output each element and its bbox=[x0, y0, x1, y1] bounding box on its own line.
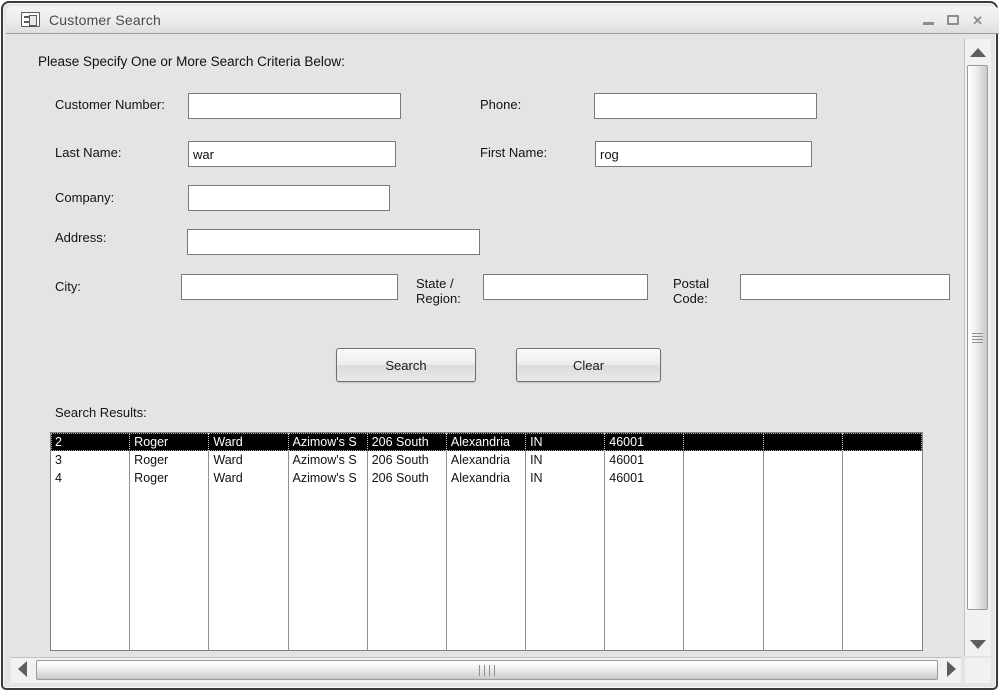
scroll-down-icon[interactable] bbox=[970, 640, 986, 649]
result-cell bbox=[843, 451, 922, 469]
result-cell bbox=[684, 433, 763, 451]
scroll-right-icon[interactable] bbox=[947, 661, 956, 677]
horizontal-scrollbar-thumb[interactable] bbox=[36, 660, 938, 680]
window-frame: Customer Search ✕ Please Specify One or … bbox=[1, 1, 998, 690]
result-cell: 4 bbox=[51, 469, 130, 487]
scroll-up-icon[interactable] bbox=[970, 48, 986, 57]
postal-code-label: Postal Code: bbox=[673, 276, 709, 306]
result-cell: 46001 bbox=[605, 433, 684, 451]
result-cell bbox=[684, 469, 763, 487]
phone-input[interactable] bbox=[594, 93, 817, 119]
company-label: Company: bbox=[55, 190, 114, 205]
scroll-left-icon[interactable] bbox=[18, 661, 27, 677]
result-cell bbox=[764, 469, 843, 487]
address-input[interactable] bbox=[187, 229, 480, 255]
window-controls: ✕ bbox=[923, 6, 983, 34]
search-results-listbox[interactable]: 2RogerWardAzimow's S206 SouthAlexandriaI… bbox=[50, 432, 923, 651]
scrollbar-corner bbox=[965, 658, 991, 683]
result-cell: 206 South bbox=[368, 469, 447, 487]
company-input[interactable] bbox=[188, 185, 390, 211]
result-cell: Azimow's S bbox=[289, 433, 368, 451]
result-cell: 2 bbox=[51, 433, 130, 451]
address-label: Address: bbox=[55, 230, 106, 245]
result-cell: Azimow's S bbox=[289, 451, 368, 469]
customer-number-input[interactable] bbox=[188, 93, 401, 119]
result-cell: Roger bbox=[130, 433, 209, 451]
result-cell: 46001 bbox=[605, 451, 684, 469]
last-name-label: Last Name: bbox=[55, 145, 121, 160]
result-cell: IN bbox=[526, 433, 605, 451]
result-row[interactable]: 3RogerWardAzimow's S206 SouthAlexandriaI… bbox=[51, 451, 922, 469]
title-bar[interactable]: Customer Search ✕ bbox=[6, 6, 999, 34]
customer-search-window: Customer Search ✕ Please Specify One or … bbox=[0, 0, 1000, 692]
result-cell bbox=[764, 451, 843, 469]
form-icon bbox=[21, 12, 40, 27]
result-cell: IN bbox=[526, 451, 605, 469]
instructions-text: Please Specify One or More Search Criter… bbox=[38, 54, 345, 69]
close-icon[interactable]: ✕ bbox=[972, 14, 983, 27]
result-cell bbox=[843, 433, 922, 451]
search-results-label: Search Results: bbox=[55, 405, 147, 420]
search-button[interactable]: Search bbox=[336, 348, 476, 382]
city-label: City: bbox=[55, 279, 81, 294]
result-row[interactable]: 4RogerWardAzimow's S206 SouthAlexandriaI… bbox=[51, 469, 922, 487]
result-cell: Roger bbox=[130, 451, 209, 469]
results-rows: 2RogerWardAzimow's S206 SouthAlexandriaI… bbox=[51, 433, 922, 650]
result-cell: Alexandria bbox=[447, 433, 526, 451]
state-region-input[interactable] bbox=[483, 274, 648, 300]
result-cell: Alexandria bbox=[447, 469, 526, 487]
window-title: Customer Search bbox=[49, 12, 161, 28]
result-cell: 206 South bbox=[368, 451, 447, 469]
result-cell: Roger bbox=[130, 469, 209, 487]
result-cell bbox=[843, 469, 922, 487]
result-cell: Ward bbox=[209, 451, 288, 469]
vertical-scrollbar-thumb[interactable] bbox=[967, 65, 988, 610]
last-name-input[interactable] bbox=[188, 141, 396, 167]
state-region-label: State / Region: bbox=[416, 276, 461, 306]
phone-label: Phone: bbox=[480, 97, 521, 112]
result-cell: Ward bbox=[209, 469, 288, 487]
horizontal-thumb-gripper-icon bbox=[477, 665, 497, 676]
result-cell bbox=[764, 433, 843, 451]
restore-icon[interactable] bbox=[947, 15, 959, 25]
customer-number-label: Customer Number: bbox=[55, 97, 165, 112]
result-row[interactable]: 2RogerWardAzimow's S206 SouthAlexandriaI… bbox=[51, 433, 922, 451]
clear-button[interactable]: Clear bbox=[516, 348, 661, 382]
postal-code-input[interactable] bbox=[740, 274, 950, 300]
city-input[interactable] bbox=[181, 274, 398, 300]
result-cell: IN bbox=[526, 469, 605, 487]
vertical-thumb-gripper-icon bbox=[972, 331, 983, 345]
result-cell: Alexandria bbox=[447, 451, 526, 469]
result-cell: 206 South bbox=[368, 433, 447, 451]
first-name-label: First Name: bbox=[480, 145, 547, 160]
minimize-icon[interactable] bbox=[923, 22, 934, 25]
result-cell bbox=[684, 451, 763, 469]
result-cell: 46001 bbox=[605, 469, 684, 487]
result-cell: Ward bbox=[209, 433, 288, 451]
result-cell: Azimow's S bbox=[289, 469, 368, 487]
result-cell: 3 bbox=[51, 451, 130, 469]
first-name-input[interactable] bbox=[595, 141, 812, 167]
